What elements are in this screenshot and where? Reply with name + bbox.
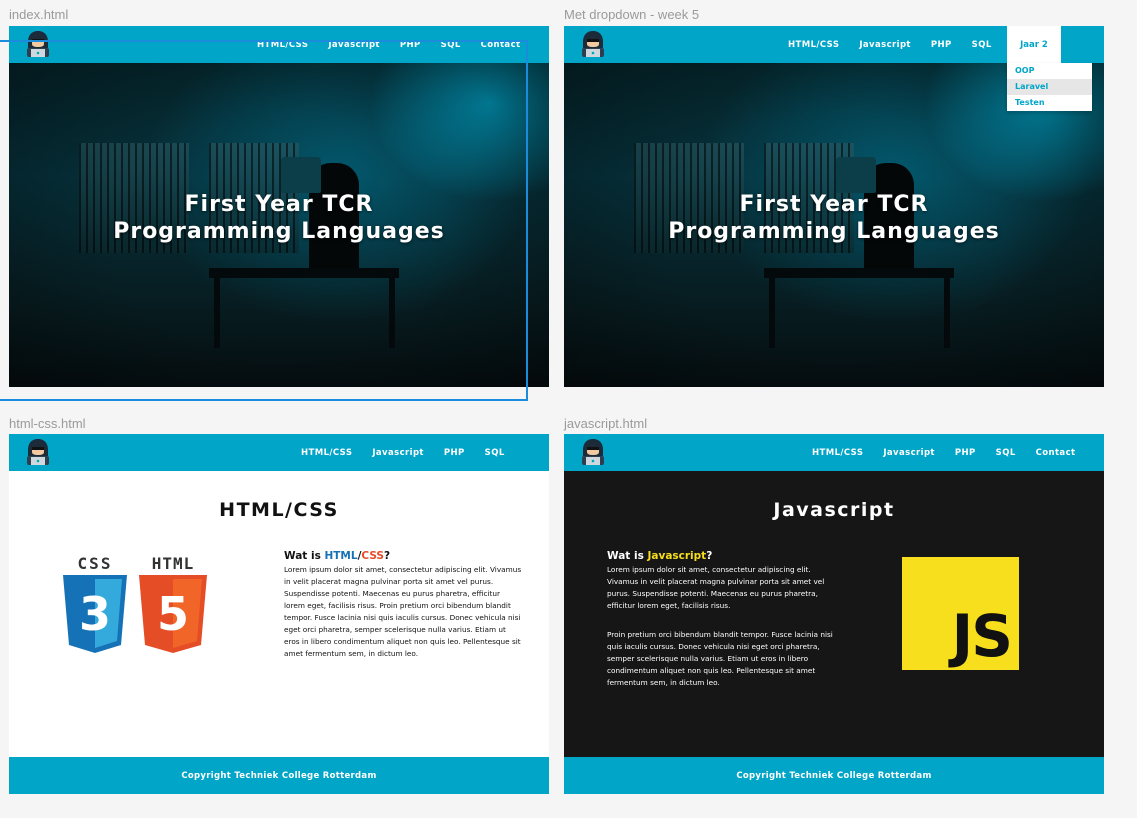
heading-prefix: Wat is bbox=[284, 550, 325, 562]
page-title: HTML/CSS bbox=[219, 499, 339, 521]
hero-title: First Year TCR Programming Languages bbox=[564, 191, 1104, 245]
hacker-avatar-icon[interactable] bbox=[580, 438, 606, 466]
section-body-2: Proin pretium orci bibendum blandit temp… bbox=[607, 630, 833, 687]
nav-link-sql[interactable]: SQL bbox=[441, 40, 461, 50]
hero-title-line1: First Year TCR bbox=[184, 192, 374, 217]
nav-link-contact[interactable]: Contact bbox=[1036, 448, 1076, 458]
frame-index: HTML/CSS Javascript PHP SQL Contact Firs… bbox=[9, 26, 549, 387]
navbar: HTML/CSS Javascript PHP SQL Contact bbox=[9, 26, 549, 63]
nav-links: HTML/CSS Javascript PHP SQL Contact bbox=[812, 434, 1075, 471]
nav-link-sql[interactable]: SQL bbox=[972, 40, 992, 50]
hero-title-line1: First Year TCR bbox=[739, 192, 929, 217]
heading-question: ? bbox=[706, 550, 713, 562]
hacker-avatar-icon[interactable] bbox=[25, 30, 51, 58]
nav-link-javascript[interactable]: Javascript bbox=[372, 448, 424, 458]
dropdown-item-testen[interactable]: Testen bbox=[1007, 95, 1092, 111]
hero-image: First Year TCR Programming Languages bbox=[9, 63, 549, 387]
nav-link-htmlcss[interactable]: HTML/CSS bbox=[257, 40, 308, 50]
nav-link-php[interactable]: PHP bbox=[444, 448, 465, 458]
dropdown-item-oop[interactable]: OOP bbox=[1007, 63, 1092, 79]
section-body-1: Lorem ipsum dolor sit amet, consectetur … bbox=[607, 565, 825, 610]
heading-question: ? bbox=[383, 550, 391, 562]
nav-link-javascript[interactable]: Javascript bbox=[328, 40, 380, 50]
css3-logo-text: CSS bbox=[77, 554, 113, 573]
nav-link-htmlcss[interactable]: HTML/CSS bbox=[301, 448, 352, 458]
heading-css-word: CSS bbox=[361, 550, 384, 562]
css3-logo-number: 3 bbox=[78, 587, 111, 641]
frame-label-dropdown: Met dropdown - week 5 bbox=[564, 7, 700, 22]
hero-title-line2: Programming Languages bbox=[668, 219, 1000, 244]
navbar: HTML/CSS Javascript PHP SQL Contact bbox=[564, 434, 1104, 471]
frame-label-javascript: javascript.html bbox=[564, 416, 648, 431]
html5-logo-number: 5 bbox=[156, 587, 189, 641]
frame-dropdown: First Year TCR Programming Languages HTM… bbox=[564, 26, 1104, 387]
nav-link-htmlcss[interactable]: HTML/CSS bbox=[788, 40, 839, 50]
navbar: HTML/CSS Javascript PHP SQL Jaar 2 bbox=[564, 26, 1104, 63]
dropdown-menu: OOP Laravel Testen bbox=[1007, 63, 1092, 111]
navbar: HTML/CSS Javascript PHP SQL bbox=[9, 434, 549, 471]
js-logo-text: JS bbox=[951, 602, 1013, 670]
nav-link-php[interactable]: PHP bbox=[931, 40, 952, 50]
heading-prefix: Wat is bbox=[607, 550, 648, 562]
nav-link-contact[interactable]: Contact bbox=[481, 40, 521, 50]
nav-link-php[interactable]: PHP bbox=[400, 40, 421, 50]
nav-links: HTML/CSS Javascript PHP SQL Contact bbox=[257, 26, 520, 63]
dropdown-item-laravel[interactable]: Laravel bbox=[1007, 79, 1092, 95]
js-logo: JS bbox=[902, 557, 1019, 670]
nav-link-sql[interactable]: SQL bbox=[996, 448, 1016, 458]
hacker-avatar-icon[interactable] bbox=[25, 438, 51, 466]
html5-logo: HTML 5 bbox=[137, 554, 209, 653]
nav-link-sql[interactable]: SQL bbox=[485, 448, 505, 458]
frame-label-index: index.html bbox=[9, 7, 69, 22]
section-heading: Wat is Javascript? bbox=[607, 550, 712, 562]
heading-html-word: HTML bbox=[324, 550, 358, 562]
section-heading: Wat is HTML/CSS? bbox=[284, 550, 390, 562]
footer: Copyright Techniek College Rotterdam bbox=[564, 757, 1104, 794]
section-body: Lorem ipsum dolor sit amet, consectetur … bbox=[284, 565, 522, 658]
nav-link-javascript[interactable]: Javascript bbox=[883, 448, 935, 458]
nav-links: HTML/CSS Javascript PHP SQL bbox=[301, 434, 505, 471]
hero-image: First Year TCR Programming Languages bbox=[564, 63, 1104, 387]
page-title: Javascript bbox=[773, 499, 895, 521]
frame-javascript: HTML/CSS Javascript PHP SQL Contact Java… bbox=[564, 434, 1104, 794]
heading-js-word: Javascript bbox=[647, 550, 707, 562]
css3-logo: CSS 3 bbox=[61, 554, 129, 653]
frame-label-htmlcss: html-css.html bbox=[9, 416, 86, 431]
frame-htmlcss: HTML/CSS Javascript PHP SQL HTML/CSS CSS… bbox=[9, 434, 549, 794]
hacker-avatar-icon[interactable] bbox=[580, 30, 606, 58]
nav-links: HTML/CSS Javascript PHP SQL bbox=[788, 26, 992, 63]
hero-title: First Year TCR Programming Languages bbox=[9, 191, 549, 245]
nav-dropdown-jaar2[interactable]: Jaar 2 bbox=[1007, 26, 1061, 63]
nav-link-htmlcss[interactable]: HTML/CSS bbox=[812, 448, 863, 458]
html5-logo-text: HTML bbox=[151, 554, 195, 573]
nav-link-php[interactable]: PHP bbox=[955, 448, 976, 458]
nav-link-javascript[interactable]: Javascript bbox=[859, 40, 911, 50]
footer: Copyright Techniek College Rotterdam bbox=[9, 757, 549, 794]
hero-title-line2: Programming Languages bbox=[113, 219, 445, 244]
